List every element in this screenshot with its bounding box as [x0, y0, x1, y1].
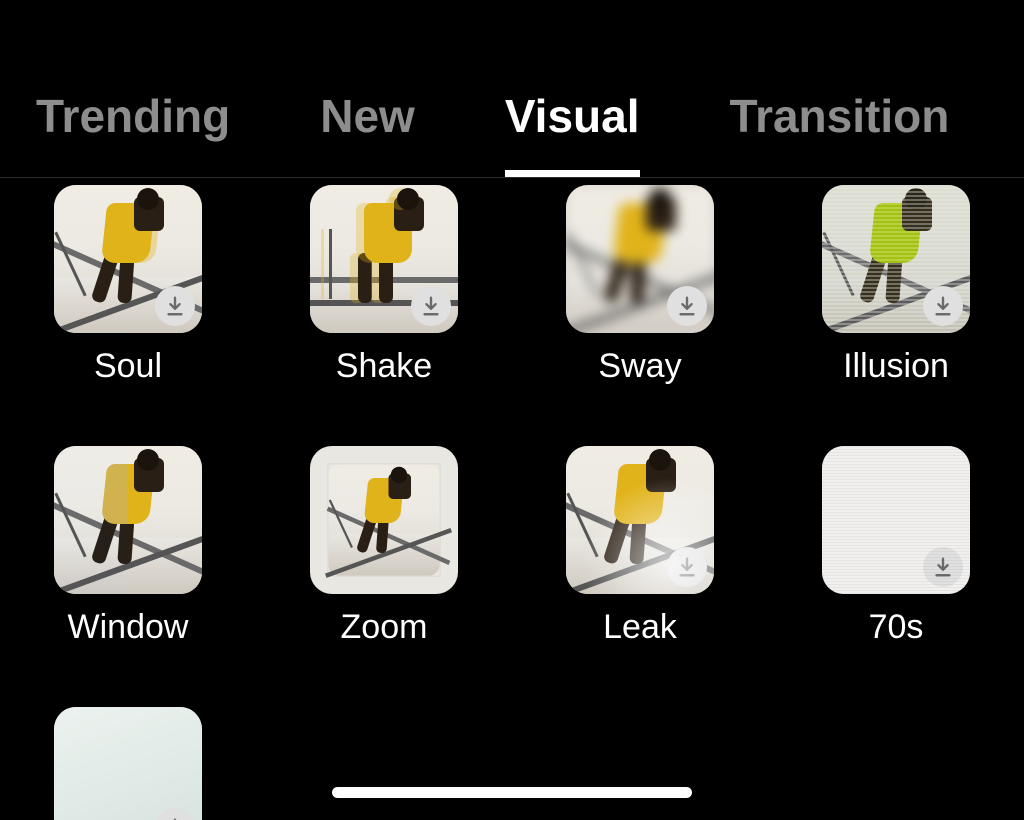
effect-70s[interactable]: 70s [802, 446, 990, 647]
effect-thumbnail [822, 446, 970, 594]
tab-label: Transition [730, 90, 950, 142]
effect-label: Window [68, 608, 189, 647]
download-icon[interactable] [923, 547, 963, 587]
effect-window[interactable]: Window [34, 446, 222, 647]
effect-label: Illusion [843, 347, 949, 386]
effect-thumbnail [54, 707, 202, 820]
effect-sway[interactable]: Sway [546, 185, 734, 386]
effect-label: Zoom [341, 608, 428, 647]
effect-thumbnail [54, 185, 202, 333]
effect-thumbnail [566, 185, 714, 333]
tab-trending[interactable]: Trending [36, 89, 230, 177]
effect-thumbnail [566, 446, 714, 594]
tab-label: Trending [36, 90, 230, 142]
effect-item[interactable] [34, 707, 222, 820]
effect-soul[interactable]: Soul [34, 185, 222, 386]
effect-illusion[interactable]: Illusion [802, 185, 990, 386]
download-icon[interactable] [667, 547, 707, 587]
tab-visual[interactable]: Visual [505, 89, 640, 177]
effect-label: 70s [869, 608, 924, 647]
download-icon[interactable] [923, 286, 963, 326]
tab-new[interactable]: New [320, 89, 415, 177]
home-indicator[interactable] [332, 787, 692, 798]
effect-label: Leak [603, 608, 677, 647]
tab-transition[interactable]: Transition [730, 89, 950, 177]
effects-grid: Soul Shake Sway Illusion Window [0, 178, 1024, 820]
tab-label: New [320, 90, 415, 142]
download-icon[interactable] [155, 286, 195, 326]
effect-thumbnail [54, 446, 202, 594]
download-icon[interactable] [667, 286, 707, 326]
tab-label: Visual [505, 90, 640, 142]
effect-thumbnail [822, 185, 970, 333]
effects-category-tabs: Trending New Visual Transition Motion [0, 0, 1024, 178]
effect-zoom[interactable]: Zoom [290, 446, 478, 647]
effect-label: Soul [94, 347, 162, 386]
effect-leak[interactable]: Leak [546, 446, 734, 647]
effect-label: Shake [336, 347, 432, 386]
effect-thumbnail [310, 185, 458, 333]
download-icon[interactable] [411, 286, 451, 326]
effect-thumbnail [310, 446, 458, 594]
effect-shake[interactable]: Shake [290, 185, 478, 386]
effect-label: Sway [598, 347, 681, 386]
